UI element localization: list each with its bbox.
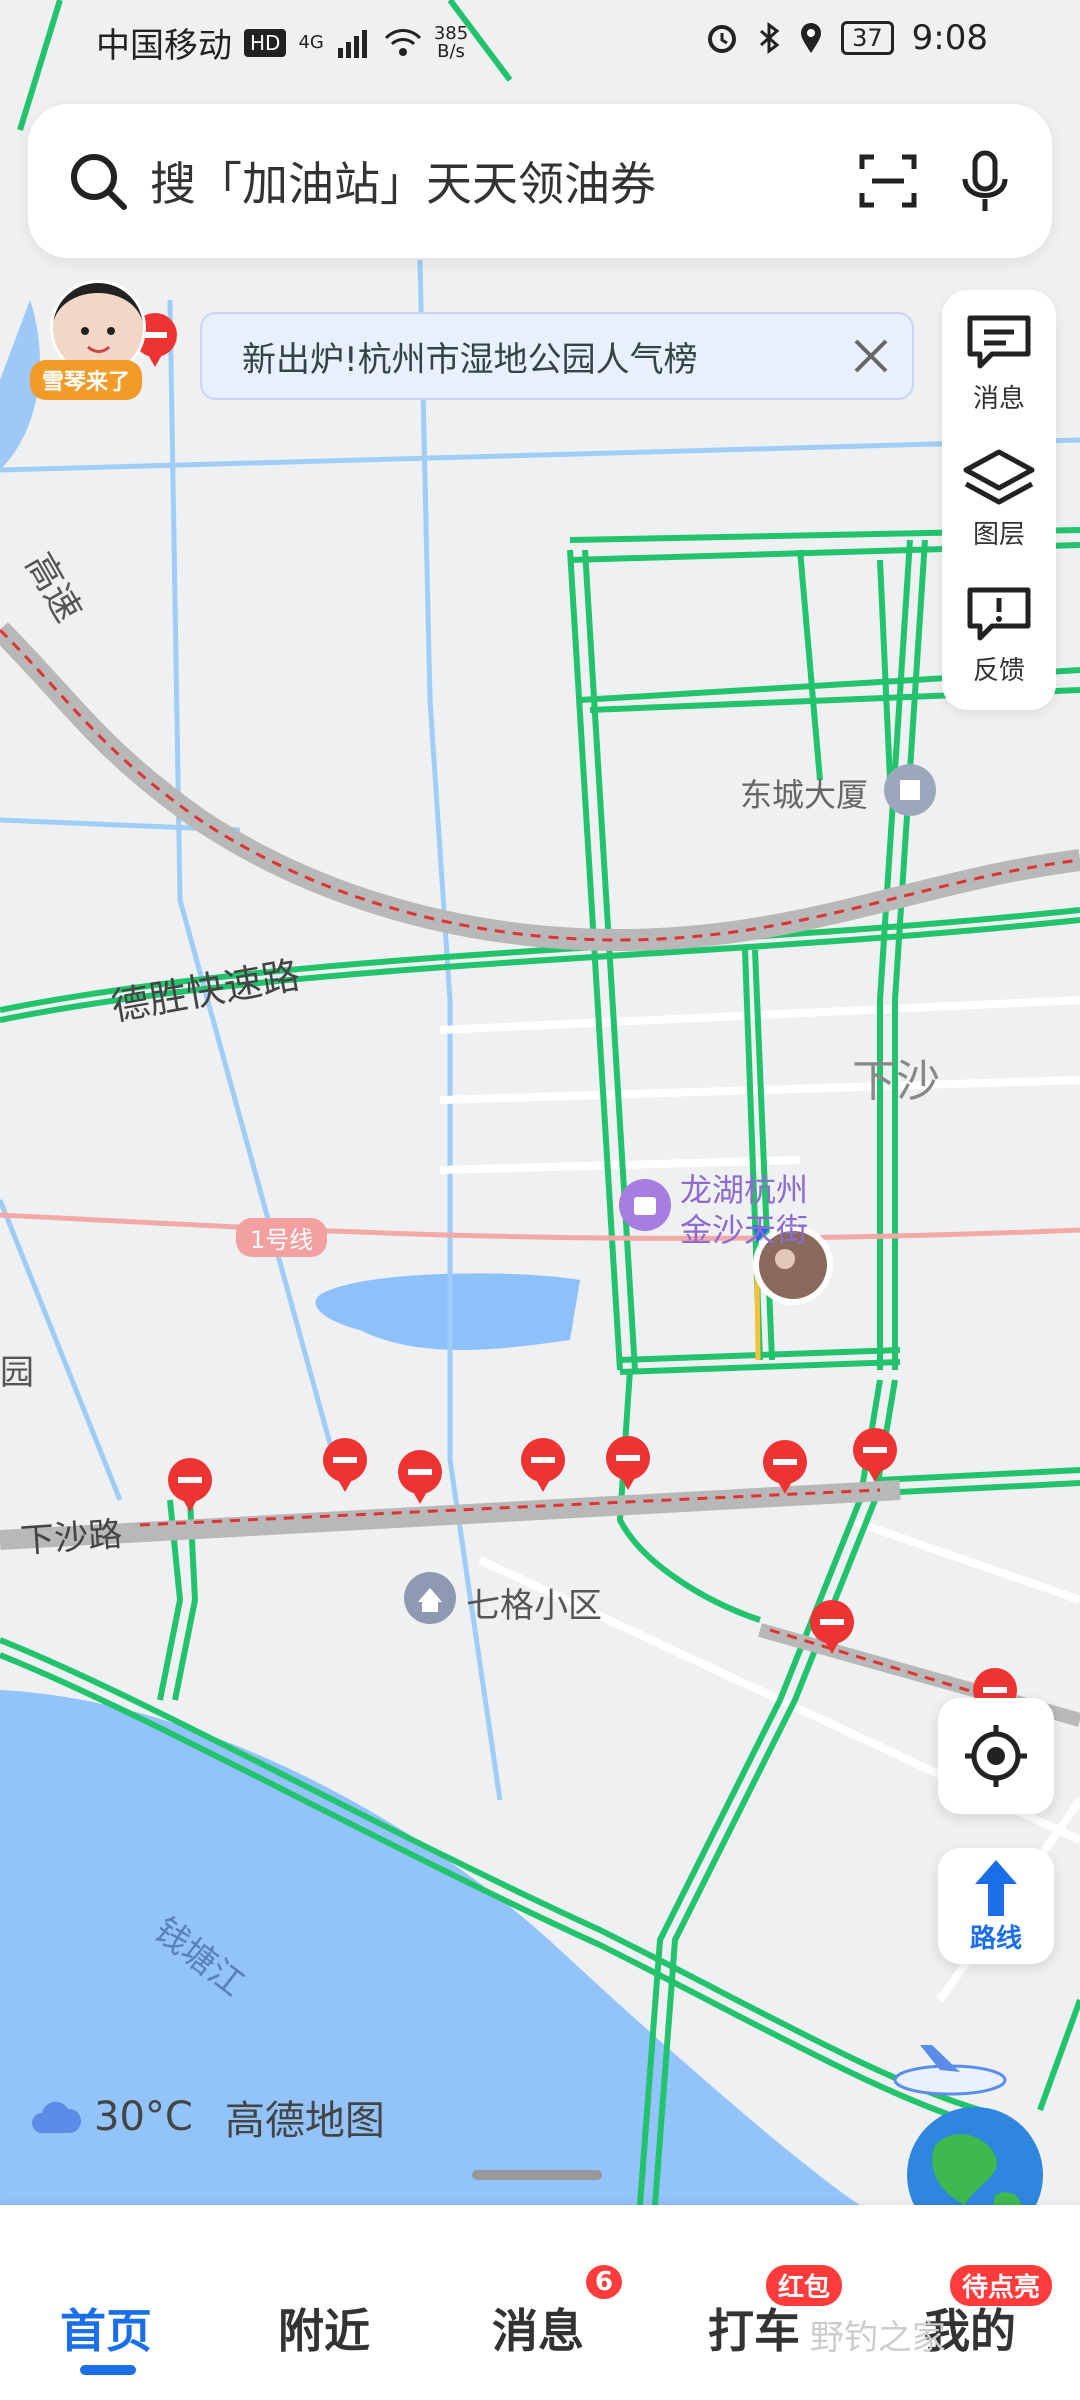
avatar[interactable]: 雪琴来了 [30, 280, 180, 400]
taxi-badge: 红包 [766, 2265, 843, 2306]
search-placeholder[interactable]: 搜「加油站」天天领油券 [150, 148, 858, 214]
message-icon [967, 315, 1031, 369]
nav-nearby[interactable]: 附近 [278, 2295, 370, 2361]
map-label-left-edge: 园 [0, 1353, 34, 1393]
feedback-icon [967, 587, 1031, 641]
layers-button[interactable]: 图层 [942, 448, 1056, 578]
layers-label: 图层 [972, 520, 1025, 550]
route-arrow-icon [975, 1859, 1017, 1916]
watermark: 野钓之家 [810, 2318, 946, 2358]
feedback-label: 反馈 [972, 656, 1025, 686]
map-label-longhu-2: 金沙天街 [680, 1211, 809, 1249]
hd-badge: HD [244, 28, 287, 57]
map-label-qige: 七格小区 [466, 1586, 602, 1626]
close-icon[interactable] [852, 337, 890, 375]
nav-active-indicator [80, 2365, 136, 2375]
building-pin-icon[interactable] [884, 764, 936, 816]
cloud-icon [32, 2101, 82, 2133]
route-label: 路线 [969, 1923, 1022, 1954]
avatar-label: 雪琴来了 [30, 360, 143, 400]
promo-banner[interactable]: 新出炉!杭州市湿地公园人气榜 [200, 312, 914, 400]
map-tools-panel: 消息 图层 反馈 [942, 290, 1056, 710]
metro-badge: 1号线 [236, 1218, 328, 1257]
map-label-xiasha: 下沙 [852, 1056, 940, 1107]
messages-badge: 6 [586, 2265, 622, 2299]
drawer-handle[interactable] [472, 2170, 602, 2180]
battery-indicator: 37 [841, 21, 894, 55]
map-label-dongcheng: 东城大厦 [740, 776, 869, 814]
brand-label: 高德地图 [224, 2098, 385, 2144]
search-icon [71, 154, 127, 210]
nav-home[interactable]: 首页 [60, 2295, 152, 2361]
map-label-xiasha-road: 下沙路 [18, 1514, 124, 1562]
wifi-icon [384, 28, 421, 56]
location-status-icon [801, 23, 822, 53]
network-type: 4G [298, 32, 324, 53]
temperature: 30°C [94, 2094, 193, 2140]
bluetooth-icon [760, 22, 780, 54]
microphone-icon[interactable] [960, 149, 1010, 213]
route-button[interactable]: 路线 [938, 1848, 1054, 1964]
carrier-name: 中国移动 [96, 26, 232, 66]
feedback-button[interactable]: 反馈 [942, 584, 1056, 714]
layers-icon [963, 449, 1035, 505]
net-speed: 385 B/s [434, 24, 468, 62]
scan-icon[interactable] [858, 151, 918, 211]
net-speed-unit: B/s [437, 40, 465, 62]
weather-widget[interactable]: 30°C 高德地图 [30, 2088, 385, 2146]
residential-pin-icon[interactable] [404, 1572, 456, 1624]
clock: 9:08 [911, 18, 988, 58]
alarm-icon [708, 25, 737, 53]
search-bar[interactable]: 搜「加油站」天天领油券 [28, 104, 1052, 258]
message-label: 消息 [972, 384, 1025, 414]
status-bar: 中国移动 HD 4G 385 B/s 37 9:08 [0, 0, 1080, 80]
locate-icon [965, 1725, 1027, 1787]
locate-button[interactable] [938, 1698, 1054, 1814]
profile-badge: 待点亮 [950, 2265, 1053, 2306]
nav-messages[interactable]: 消息 [492, 2295, 584, 2361]
signal-icon [337, 29, 367, 58]
shopping-pin-icon[interactable] [619, 1179, 671, 1231]
message-button[interactable]: 消息 [942, 312, 1056, 442]
bottom-nav: 首页 附近 消息 6 打车 红包 我的 待点亮 [0, 2205, 1080, 2400]
promo-banner-text: 新出炉!杭州市湿地公园人气榜 [242, 339, 698, 380]
